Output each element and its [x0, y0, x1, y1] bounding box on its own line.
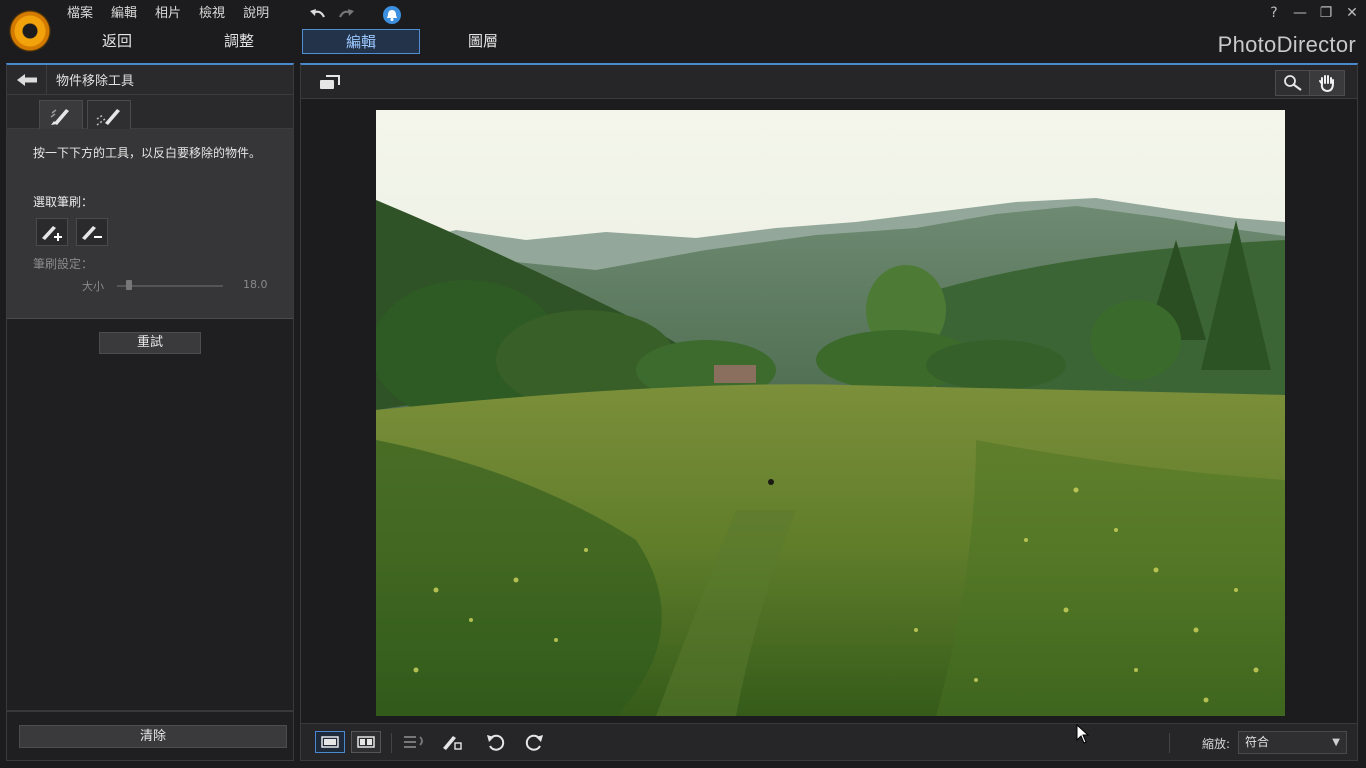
photodirector-window: 檔案 編輯 相片 檢視 說明 ? — ❐ ✕ 返回 調整 編輯 圖層 Photo… [0, 0, 1366, 768]
app-logo-icon [9, 10, 51, 52]
instruction-text: 按一下下方的工具，以反白要移除的物件。 [33, 146, 262, 160]
back-button[interactable] [7, 65, 47, 94]
tab-adjust[interactable]: 調整 [180, 29, 298, 54]
single-view-icon [321, 736, 339, 748]
bell-icon[interactable] [383, 6, 401, 24]
menu-file[interactable]: 檔案 [58, 5, 102, 23]
toolbar-separator [391, 733, 392, 753]
size-slider-track[interactable] [117, 285, 223, 287]
brush-subtract-icon [82, 226, 102, 240]
zoom-select[interactable]: 符合 ▼ [1238, 731, 1347, 754]
tab-back[interactable]: 返回 [58, 29, 176, 54]
panel-header: 物件移除工具 [7, 65, 293, 95]
brush-icon [96, 108, 120, 126]
pencil-icon [443, 736, 462, 750]
panel-footer: 清除 [7, 710, 293, 760]
size-value: 18.0 [243, 278, 268, 291]
size-slider-handle[interactable] [125, 280, 132, 290]
window-controls: ? — ❐ ✕ [1266, 4, 1360, 22]
rotate-left-button[interactable] [481, 731, 511, 753]
add-brush-button[interactable] [36, 218, 68, 246]
menu-edit[interactable]: 編輯 [102, 5, 146, 23]
work-area: 縮放: 符合 ▼ [300, 63, 1358, 761]
tool-settings-area: 按一下下方的工具，以反白要移除的物件。 選取筆刷： 筆刷設定： 大小 18.0 [7, 129, 293, 319]
mode-tabs: 返回 調整 編輯 圖層 [58, 29, 546, 54]
panel-title: 物件移除工具 [56, 74, 135, 89]
menu-view[interactable]: 檢視 [190, 5, 234, 23]
subtract-brush-button[interactable] [76, 218, 108, 246]
fit-screen-icon [320, 75, 340, 89]
rotate-right-button[interactable] [519, 731, 549, 753]
toolbar-separator [1169, 733, 1170, 753]
bottom-toolbar: 縮放: 符合 ▼ [301, 723, 1357, 760]
minimize-button[interactable]: — [1292, 4, 1308, 22]
brush-add-icon [42, 226, 62, 241]
tab-layers[interactable]: 圖層 [424, 29, 542, 54]
rotate-left-icon [487, 734, 505, 751]
menu-photo[interactable]: 相片 [146, 5, 190, 23]
redo-icon[interactable] [336, 5, 356, 25]
brush-select-label: 選取筆刷： [33, 195, 94, 209]
help-button[interactable]: ? [1266, 4, 1282, 22]
close-button[interactable]: ✕ [1344, 4, 1360, 22]
zoom-label: 縮放: [1202, 737, 1231, 751]
object-removal-panel: 物件移除工具 按一下下方的工具，以反白要移除的物件。 選取筆刷： 筆刷設定： 大… [6, 63, 294, 761]
tool-subtabs [7, 95, 293, 130]
history-button[interactable] [400, 731, 430, 753]
undo-icon[interactable] [308, 5, 328, 25]
compare-view-button[interactable] [351, 731, 381, 753]
chevron-down-icon: ▼ [1332, 737, 1340, 748]
hand-button[interactable] [1310, 71, 1344, 95]
left-arrow-icon [16, 73, 37, 86]
rotate-right-icon [525, 734, 543, 751]
tab-object-removal-brush[interactable] [87, 100, 131, 130]
history-icon [404, 736, 423, 748]
menu-bar: 檔案 編輯 相片 檢視 說明 [58, 5, 278, 23]
hand-icon [1319, 75, 1334, 93]
brand-wordmark: PhotoDirector [1217, 32, 1356, 57]
tab-object-removal[interactable] [39, 100, 83, 130]
brush-settings-label: 筆刷設定： [33, 257, 94, 271]
retry-button[interactable]: 重試 [99, 332, 201, 354]
compare-view-icon [357, 736, 375, 748]
single-view-button[interactable] [315, 731, 345, 753]
restore-button[interactable]: ❐ [1318, 4, 1334, 22]
magnifier-icon [1283, 75, 1302, 91]
tab-edit[interactable]: 編輯 [302, 29, 420, 54]
menu-help[interactable]: 說明 [234, 5, 278, 23]
view-tools [1275, 70, 1345, 96]
mouse-cursor-icon [1076, 724, 1090, 744]
title-bar: 檔案 編輯 相片 檢視 說明 ? — ❐ ✕ 返回 調整 編輯 圖層 Photo… [0, 0, 1366, 62]
photo-canvas[interactable] [301, 100, 1357, 724]
size-label: 大小 [82, 280, 104, 293]
work-toolbar [301, 65, 1357, 99]
brush-icon [50, 108, 69, 125]
edit-brush-button[interactable] [437, 731, 467, 753]
edited-photo[interactable] [376, 110, 1285, 716]
zoom-value: 符合 [1245, 735, 1270, 749]
clear-button[interactable]: 清除 [19, 725, 287, 748]
fit-to-screen-button[interactable] [317, 71, 343, 93]
magnifier-button[interactable] [1276, 71, 1310, 95]
undo-redo-group [308, 5, 356, 25]
